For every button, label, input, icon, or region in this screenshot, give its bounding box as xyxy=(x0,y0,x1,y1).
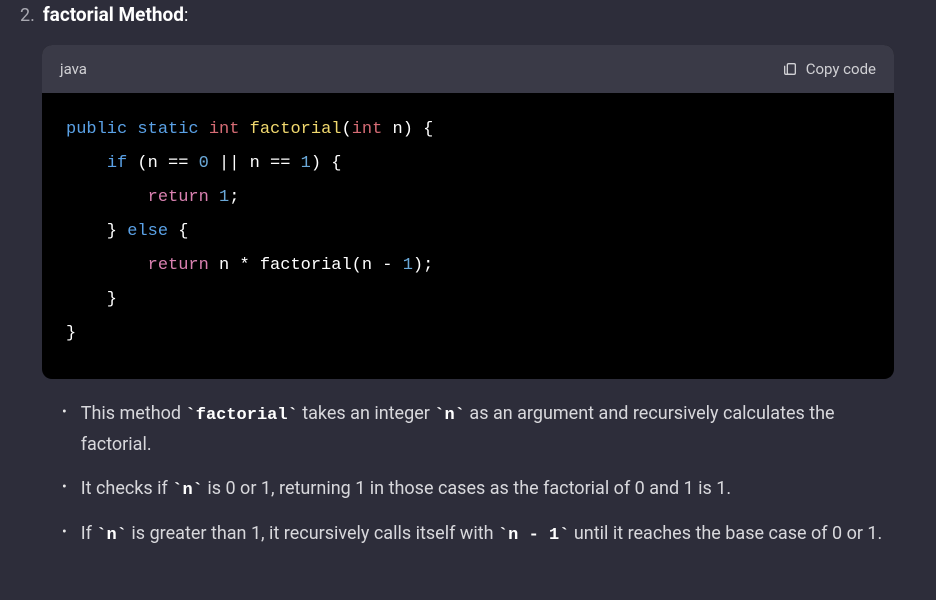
inline-code: `factorial` xyxy=(186,406,298,425)
heading-colon: : xyxy=(184,5,188,26)
bullet-item: • This method `factorial` takes an intege… xyxy=(62,399,906,460)
bullet-item: • If `n` is greater than 1, it recursivel… xyxy=(62,519,906,550)
code-language-label: java xyxy=(60,57,87,81)
list-heading: factorial Method xyxy=(43,3,184,26)
copy-code-label: Copy code xyxy=(806,60,876,78)
bullet-icon: • xyxy=(62,521,67,544)
clipboard-icon xyxy=(782,61,798,77)
list-number: 2. xyxy=(20,2,35,31)
code-block-header: java Copy code xyxy=(42,45,894,93)
inline-code: `n` xyxy=(172,481,203,500)
bullet-icon: • xyxy=(62,401,67,424)
bullet-text: If `n` is greater than 1, it recursively… xyxy=(81,519,906,550)
inline-code: `n` xyxy=(96,526,127,545)
bullet-text: This method `factorial` takes an integer… xyxy=(81,399,906,460)
code-block: java Copy code public static int factori… xyxy=(42,45,894,379)
bullet-item: • It checks if `n` is 0 or 1, returning 1… xyxy=(62,474,906,505)
inline-code: `n` xyxy=(434,406,465,425)
bullet-list: • This method `factorial` takes an intege… xyxy=(62,399,906,550)
bullet-text: It checks if `n` is 0 or 1, returning 1 … xyxy=(81,474,906,505)
code-content: public static int factorial(int n) { if … xyxy=(42,93,894,379)
bullet-icon: • xyxy=(62,476,67,499)
copy-code-button[interactable]: Copy code xyxy=(782,60,876,78)
numbered-list-item: 2. factorial Method: xyxy=(20,0,916,31)
inline-code: `n - 1` xyxy=(498,526,569,545)
